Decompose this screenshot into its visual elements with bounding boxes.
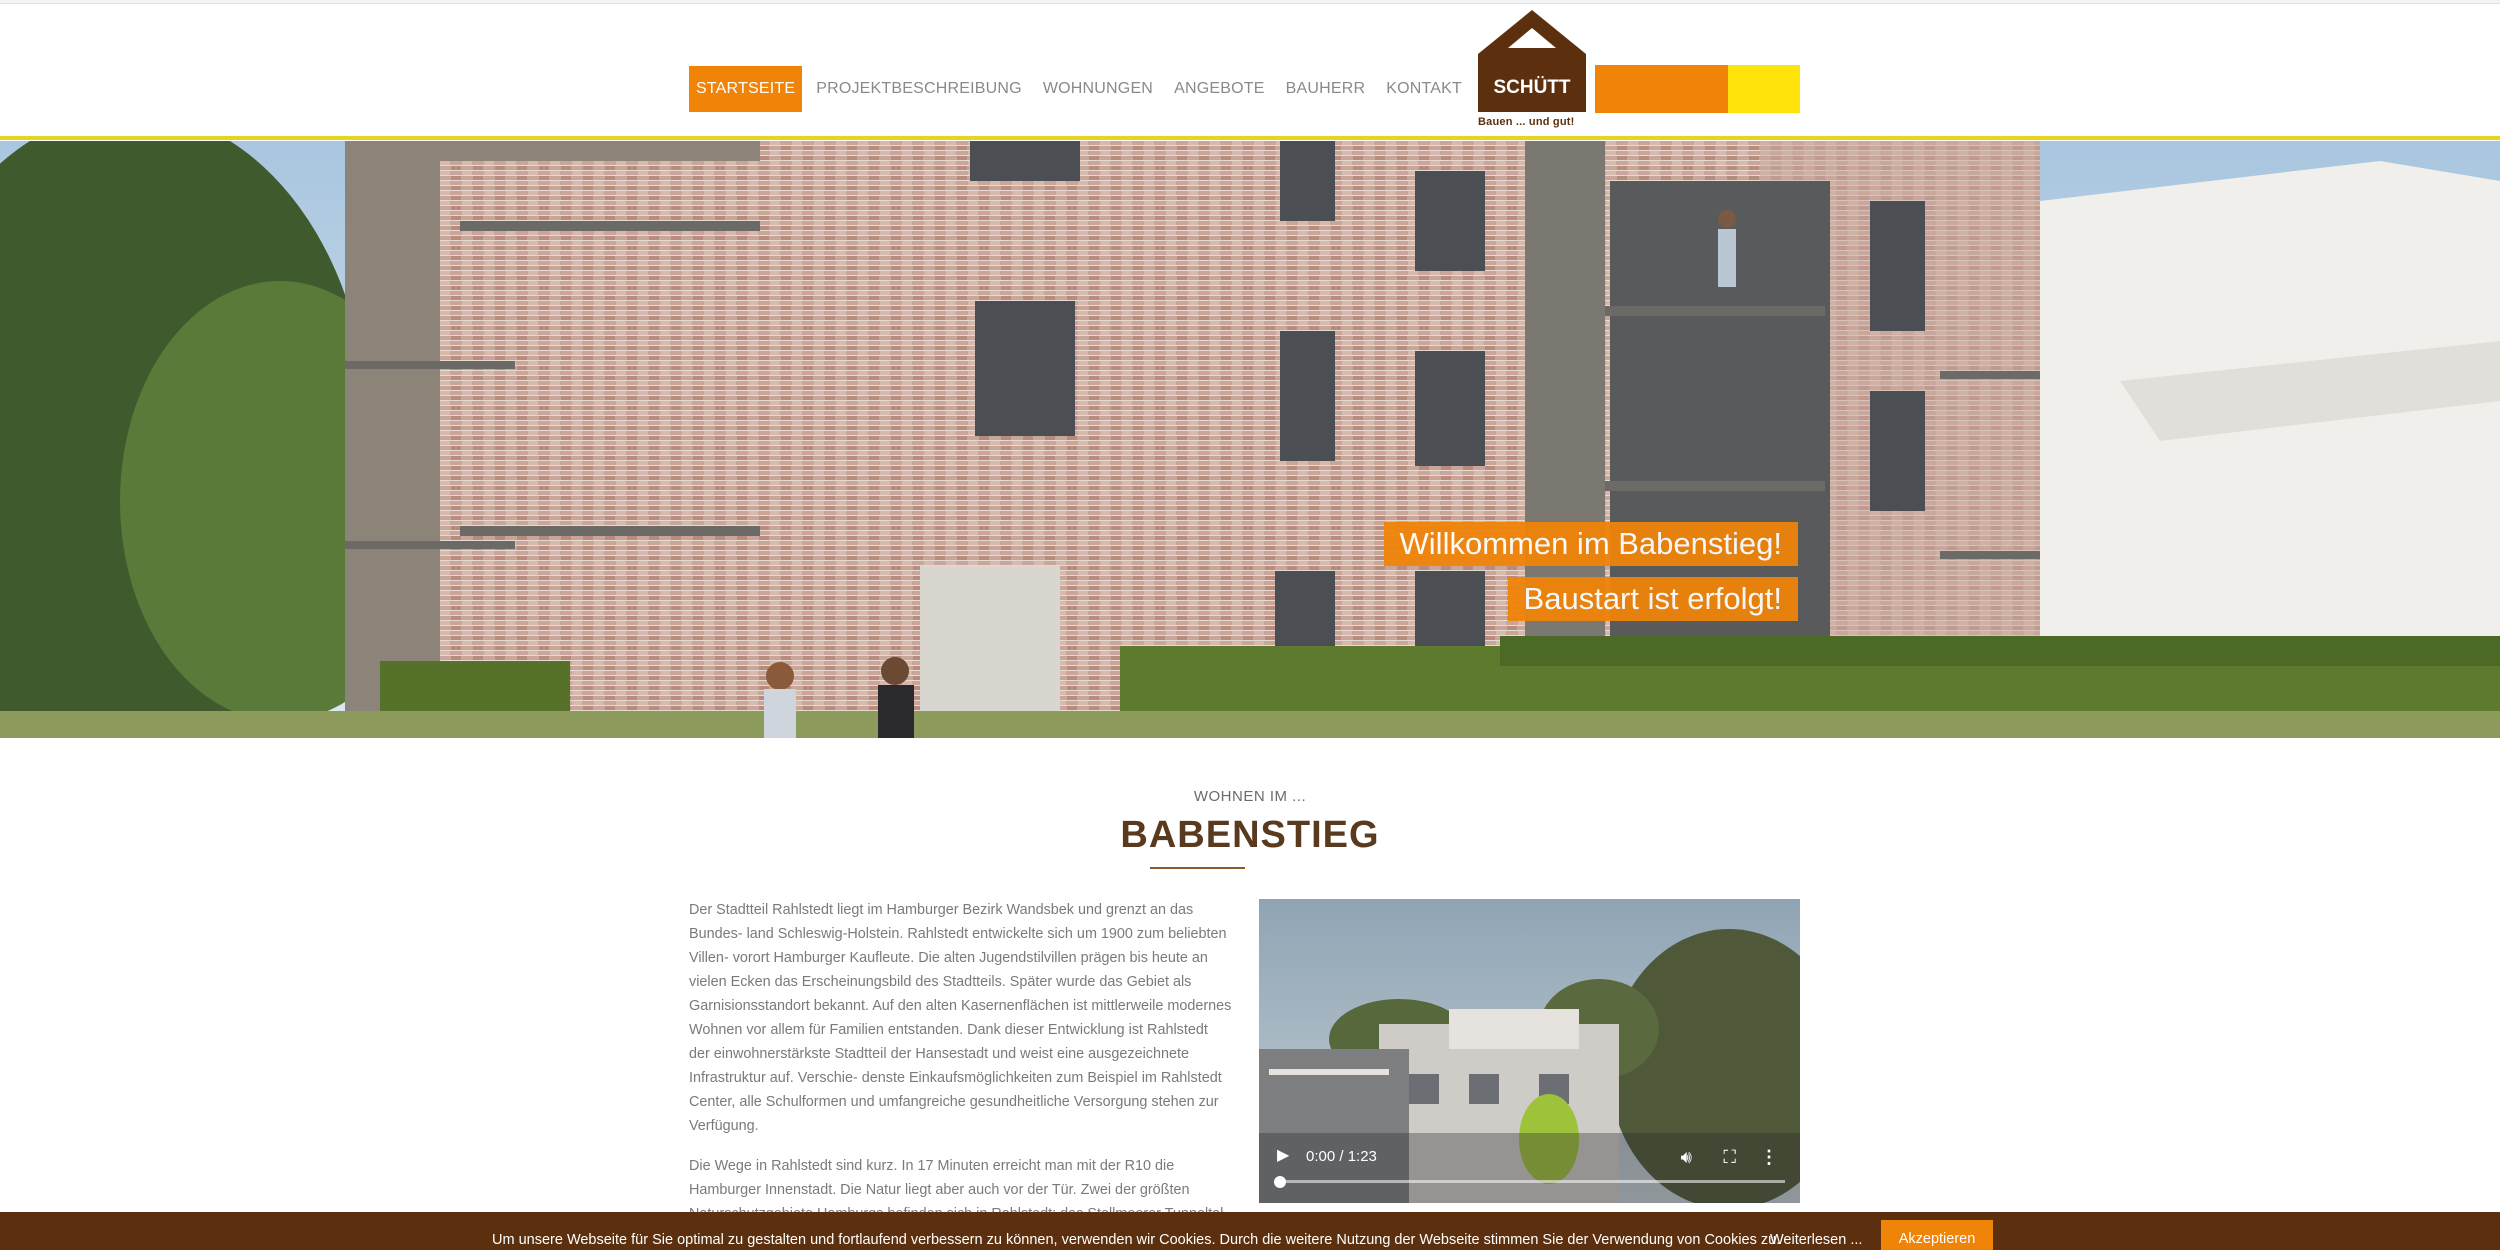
hero-image: Willkommen im Babenstieg! Baustart ist e… bbox=[0, 141, 2500, 738]
nav-item-kontakt[interactable]: KONTAKT bbox=[1379, 66, 1469, 112]
cookie-accept-button[interactable]: Akzeptieren bbox=[1881, 1220, 1993, 1250]
nav-item-startseite[interactable]: STARTSEITE bbox=[689, 66, 803, 112]
title-underline bbox=[1150, 867, 1245, 869]
brand-bar-orange bbox=[1595, 65, 1728, 113]
section-title: BABENSTIEG bbox=[1120, 814, 1380, 856]
cookie-notice-text: Um unsere Webseite für Sie optimal zu ge… bbox=[492, 1232, 1781, 1248]
nav-item-projektbeschreibung[interactable]: PROJEKTBESCHREIBUNG bbox=[809, 66, 1029, 112]
nav-item-wohnungen[interactable]: WOHNUNGEN bbox=[1036, 66, 1160, 112]
section-kicker: WOHNEN IM ... bbox=[1193, 788, 1307, 805]
site-header: STARTSEITE PROJEKTBESCHREIBUNG WOHNUNGEN… bbox=[0, 0, 2500, 140]
video-progress-thumb[interactable] bbox=[1274, 1176, 1286, 1188]
cookie-read-more-link[interactable]: Weiterlesen ... bbox=[1770, 1232, 1862, 1248]
video-player[interactable]: ▶ 0:00 / 1:23 🔊︎ ⛶ ⋮ bbox=[1259, 899, 1800, 1203]
logo-wordmark: SCHÜTT bbox=[1493, 77, 1570, 98]
logo-slogan: Bauen ... und gut! bbox=[1478, 116, 1575, 128]
volume-icon[interactable]: 🔊︎ bbox=[1681, 1147, 1692, 1168]
hero-welcome-headline: Willkommen im Babenstieg! bbox=[1383, 522, 1798, 566]
top-border bbox=[0, 0, 2500, 4]
video-timestamp: 0:00 / 1:23 bbox=[1306, 1148, 1377, 1165]
video-progress-bar[interactable] bbox=[1277, 1180, 1785, 1183]
description-paragraph-1: Der Stadtteil Rahlstedt liegt im Hamburg… bbox=[689, 902, 1232, 1134]
more-options-icon[interactable]: ⋮ bbox=[1760, 1147, 1778, 1168]
fullscreen-icon[interactable]: ⛶ bbox=[1723, 1147, 1736, 1168]
main-navigation: STARTSEITE PROJEKTBESCHREIBUNG WOHNUNGEN… bbox=[689, 66, 1476, 112]
nav-item-bauherr[interactable]: BAUHERR bbox=[1279, 66, 1373, 112]
nav-item-angebote[interactable]: ANGEBOTE bbox=[1167, 66, 1272, 112]
play-icon[interactable]: ▶ bbox=[1277, 1145, 1289, 1165]
hero-construction-headline: Baustart ist erfolgt! bbox=[1507, 577, 1798, 621]
building-rendering bbox=[0, 141, 2500, 738]
video-controls: ▶ 0:00 / 1:23 🔊︎ ⛶ ⋮ bbox=[1259, 1133, 1800, 1203]
cookie-banner: Um unsere Webseite für Sie optimal zu ge… bbox=[0, 1212, 2500, 1250]
house-logo-icon: SCHÜTT bbox=[1478, 10, 1586, 112]
brand-bar-yellow bbox=[1728, 65, 1800, 113]
schuett-logo[interactable]: SCHÜTT bbox=[1476, 8, 1588, 132]
description-text: Der Stadtteil Rahlstedt liegt im Hamburg… bbox=[689, 898, 1232, 1250]
